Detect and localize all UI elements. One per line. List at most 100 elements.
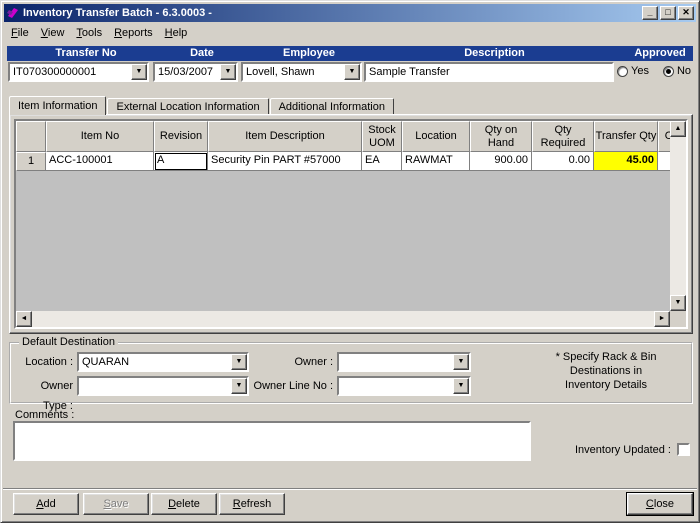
tab-additional-information[interactable]: Additional Information	[270, 98, 394, 115]
date-combo[interactable]: 15/03/2007 ▼	[153, 62, 238, 82]
col-header-revision[interactable]: Revision	[154, 121, 208, 152]
tab-item-information[interactable]: Item Information	[9, 96, 106, 115]
scroll-left-icon[interactable]: ◄	[16, 311, 32, 327]
approved-no-label: No	[677, 65, 691, 77]
date-label: Date	[167, 47, 237, 59]
rack-bin-note: * Specify Rack & Bin Destinations in Inv…	[531, 350, 681, 392]
col-header-qty-on-hand[interactable]: Qty on Hand	[470, 121, 532, 152]
date-value[interactable]: 15/03/2007	[155, 64, 220, 80]
qty-required-cell[interactable]: 0.00	[532, 152, 594, 171]
grid-header-row: Item No Revision Item Description Stock …	[16, 121, 670, 152]
scroll-right-icon[interactable]: ►	[654, 311, 670, 327]
scrollbar-corner	[670, 311, 686, 327]
col-header-rownum[interactable]	[16, 121, 46, 152]
comments-label: Comments :	[15, 409, 74, 421]
horizontal-scrollbar[interactable]: ◄ ►	[16, 311, 670, 327]
transfer-qty-cell[interactable]: 45.00	[594, 152, 658, 171]
title-bar[interactable]: Inventory Transfer Batch - 6.3.0003 - _ …	[4, 4, 696, 22]
description-input[interactable]: Sample Transfer	[364, 62, 614, 82]
owner-line-no-combo[interactable]: ▼	[337, 376, 471, 396]
menu-bar: File View Tools Reports Help	[5, 24, 695, 41]
close-button[interactable]: Close	[627, 493, 693, 515]
item-description-cell[interactable]: Security Pin PART #57000	[208, 152, 362, 171]
menu-file[interactable]: File	[5, 25, 35, 41]
inventory-updated-label: Inventory Updated :	[561, 444, 671, 456]
add-button[interactable]: Add	[13, 493, 79, 515]
owner-type-combo[interactable]: ▼	[77, 376, 249, 396]
qty-on-hand-cell[interactable]: 900.00	[470, 152, 532, 171]
col-header-item-no[interactable]: Item No	[46, 121, 154, 152]
location-combo[interactable]: QUARAN ▼	[77, 352, 249, 372]
chevron-down-icon[interactable]: ▼	[344, 64, 360, 80]
maximize-button-icon[interactable]: □	[660, 6, 676, 20]
transfer-no-label: Transfer No	[31, 47, 141, 59]
location-cell[interactable]: RAWMAT	[402, 152, 470, 171]
chevron-down-icon[interactable]: ▼	[220, 64, 236, 80]
chevron-down-icon[interactable]: ▼	[453, 378, 469, 394]
menu-help[interactable]: Help	[159, 25, 194, 41]
location-value[interactable]: QUARAN	[79, 354, 231, 370]
default-destination-title: Default Destination	[19, 336, 118, 348]
approved-no-option[interactable]: No	[663, 65, 691, 77]
button-bar-divider	[3, 488, 697, 490]
owner-line-no-value[interactable]	[339, 378, 453, 394]
transfer-no-combo[interactable]: IT070300000001 ▼	[8, 62, 149, 82]
location-label: Location :	[15, 352, 73, 372]
stock-uom-cell[interactable]: EA	[362, 152, 402, 171]
employee-label: Employee	[269, 47, 349, 59]
header-band: Transfer No Date Employee Description Ap…	[7, 46, 693, 61]
employee-combo[interactable]: Lovell, Shawn ▼	[241, 62, 362, 82]
col-header-stock-uom[interactable]: Stock UOM	[362, 121, 402, 152]
owner-type-value[interactable]	[79, 378, 231, 394]
chevron-down-icon[interactable]: ▼	[453, 354, 469, 370]
owner-value[interactable]	[339, 354, 453, 370]
delete-button[interactable]: Delete	[151, 493, 217, 515]
row-number-cell[interactable]: 1	[16, 152, 46, 171]
approved-yes-label: Yes	[631, 65, 649, 77]
grid-empty-area	[16, 171, 670, 311]
approved-label: Approved	[629, 47, 691, 59]
vertical-scrollbar[interactable]: ▲ ▼	[670, 121, 686, 311]
description-label: Description	[437, 47, 552, 59]
col-header-item-description[interactable]: Item Description	[208, 121, 362, 152]
col-header-transfer-qty[interactable]: Transfer Qty	[594, 121, 658, 152]
minimize-button-icon[interactable]: _	[642, 6, 658, 20]
tab-external-location-information[interactable]: External Location Information	[107, 98, 268, 115]
transfer-no-value[interactable]: IT070300000001	[10, 64, 131, 80]
owner-label: Owner :	[251, 352, 333, 372]
menu-view[interactable]: View	[35, 25, 71, 41]
scroll-up-icon[interactable]: ▲	[670, 121, 686, 137]
approved-radio-group: Yes No	[617, 65, 691, 77]
radio-icon[interactable]	[617, 66, 628, 77]
col-header-qty-required[interactable]: Qty Required	[532, 121, 594, 152]
chevron-down-icon[interactable]: ▼	[231, 354, 247, 370]
item-no-cell[interactable]: ACC-100001	[46, 152, 154, 171]
close-button-icon[interactable]: ✕	[678, 6, 694, 20]
save-button[interactable]: Save	[83, 493, 149, 515]
chevron-down-icon[interactable]: ▼	[231, 378, 247, 394]
chevron-down-icon[interactable]: ▼	[131, 64, 147, 80]
scroll-down-icon[interactable]: ▼	[670, 295, 686, 311]
refresh-button[interactable]: Refresh	[219, 493, 285, 515]
approved-yes-option[interactable]: Yes	[617, 65, 649, 77]
window-title: Inventory Transfer Batch - 6.3.0003 -	[23, 7, 642, 19]
col-header-truncated[interactable]: O	[658, 121, 670, 152]
menu-tools[interactable]: Tools	[70, 25, 108, 41]
item-information-panel: Item No Revision Item Description Stock …	[9, 114, 693, 334]
col-header-location[interactable]: Location	[402, 121, 470, 152]
comments-input[interactable]	[13, 421, 531, 461]
table-row[interactable]: 1 ACC-100001 A Security Pin PART #57000 …	[16, 152, 670, 171]
employee-value[interactable]: Lovell, Shawn	[243, 64, 344, 80]
app-icon	[6, 6, 20, 20]
tab-strip: Item Information External Location Infor…	[9, 96, 395, 115]
radio-checked-icon[interactable]	[663, 66, 674, 77]
default-destination-group: Default Destination Location : QUARAN ▼ …	[9, 342, 693, 404]
truncated-cell[interactable]	[658, 152, 670, 171]
app-window: Inventory Transfer Batch - 6.3.0003 - _ …	[0, 0, 700, 523]
items-grid: Item No Revision Item Description Stock …	[14, 119, 688, 329]
inventory-updated-checkbox[interactable]	[677, 443, 690, 456]
owner-combo[interactable]: ▼	[337, 352, 471, 372]
revision-cell[interactable]: A	[154, 152, 208, 171]
owner-line-no-label: Owner Line No :	[251, 376, 333, 396]
menu-reports[interactable]: Reports	[108, 25, 159, 41]
